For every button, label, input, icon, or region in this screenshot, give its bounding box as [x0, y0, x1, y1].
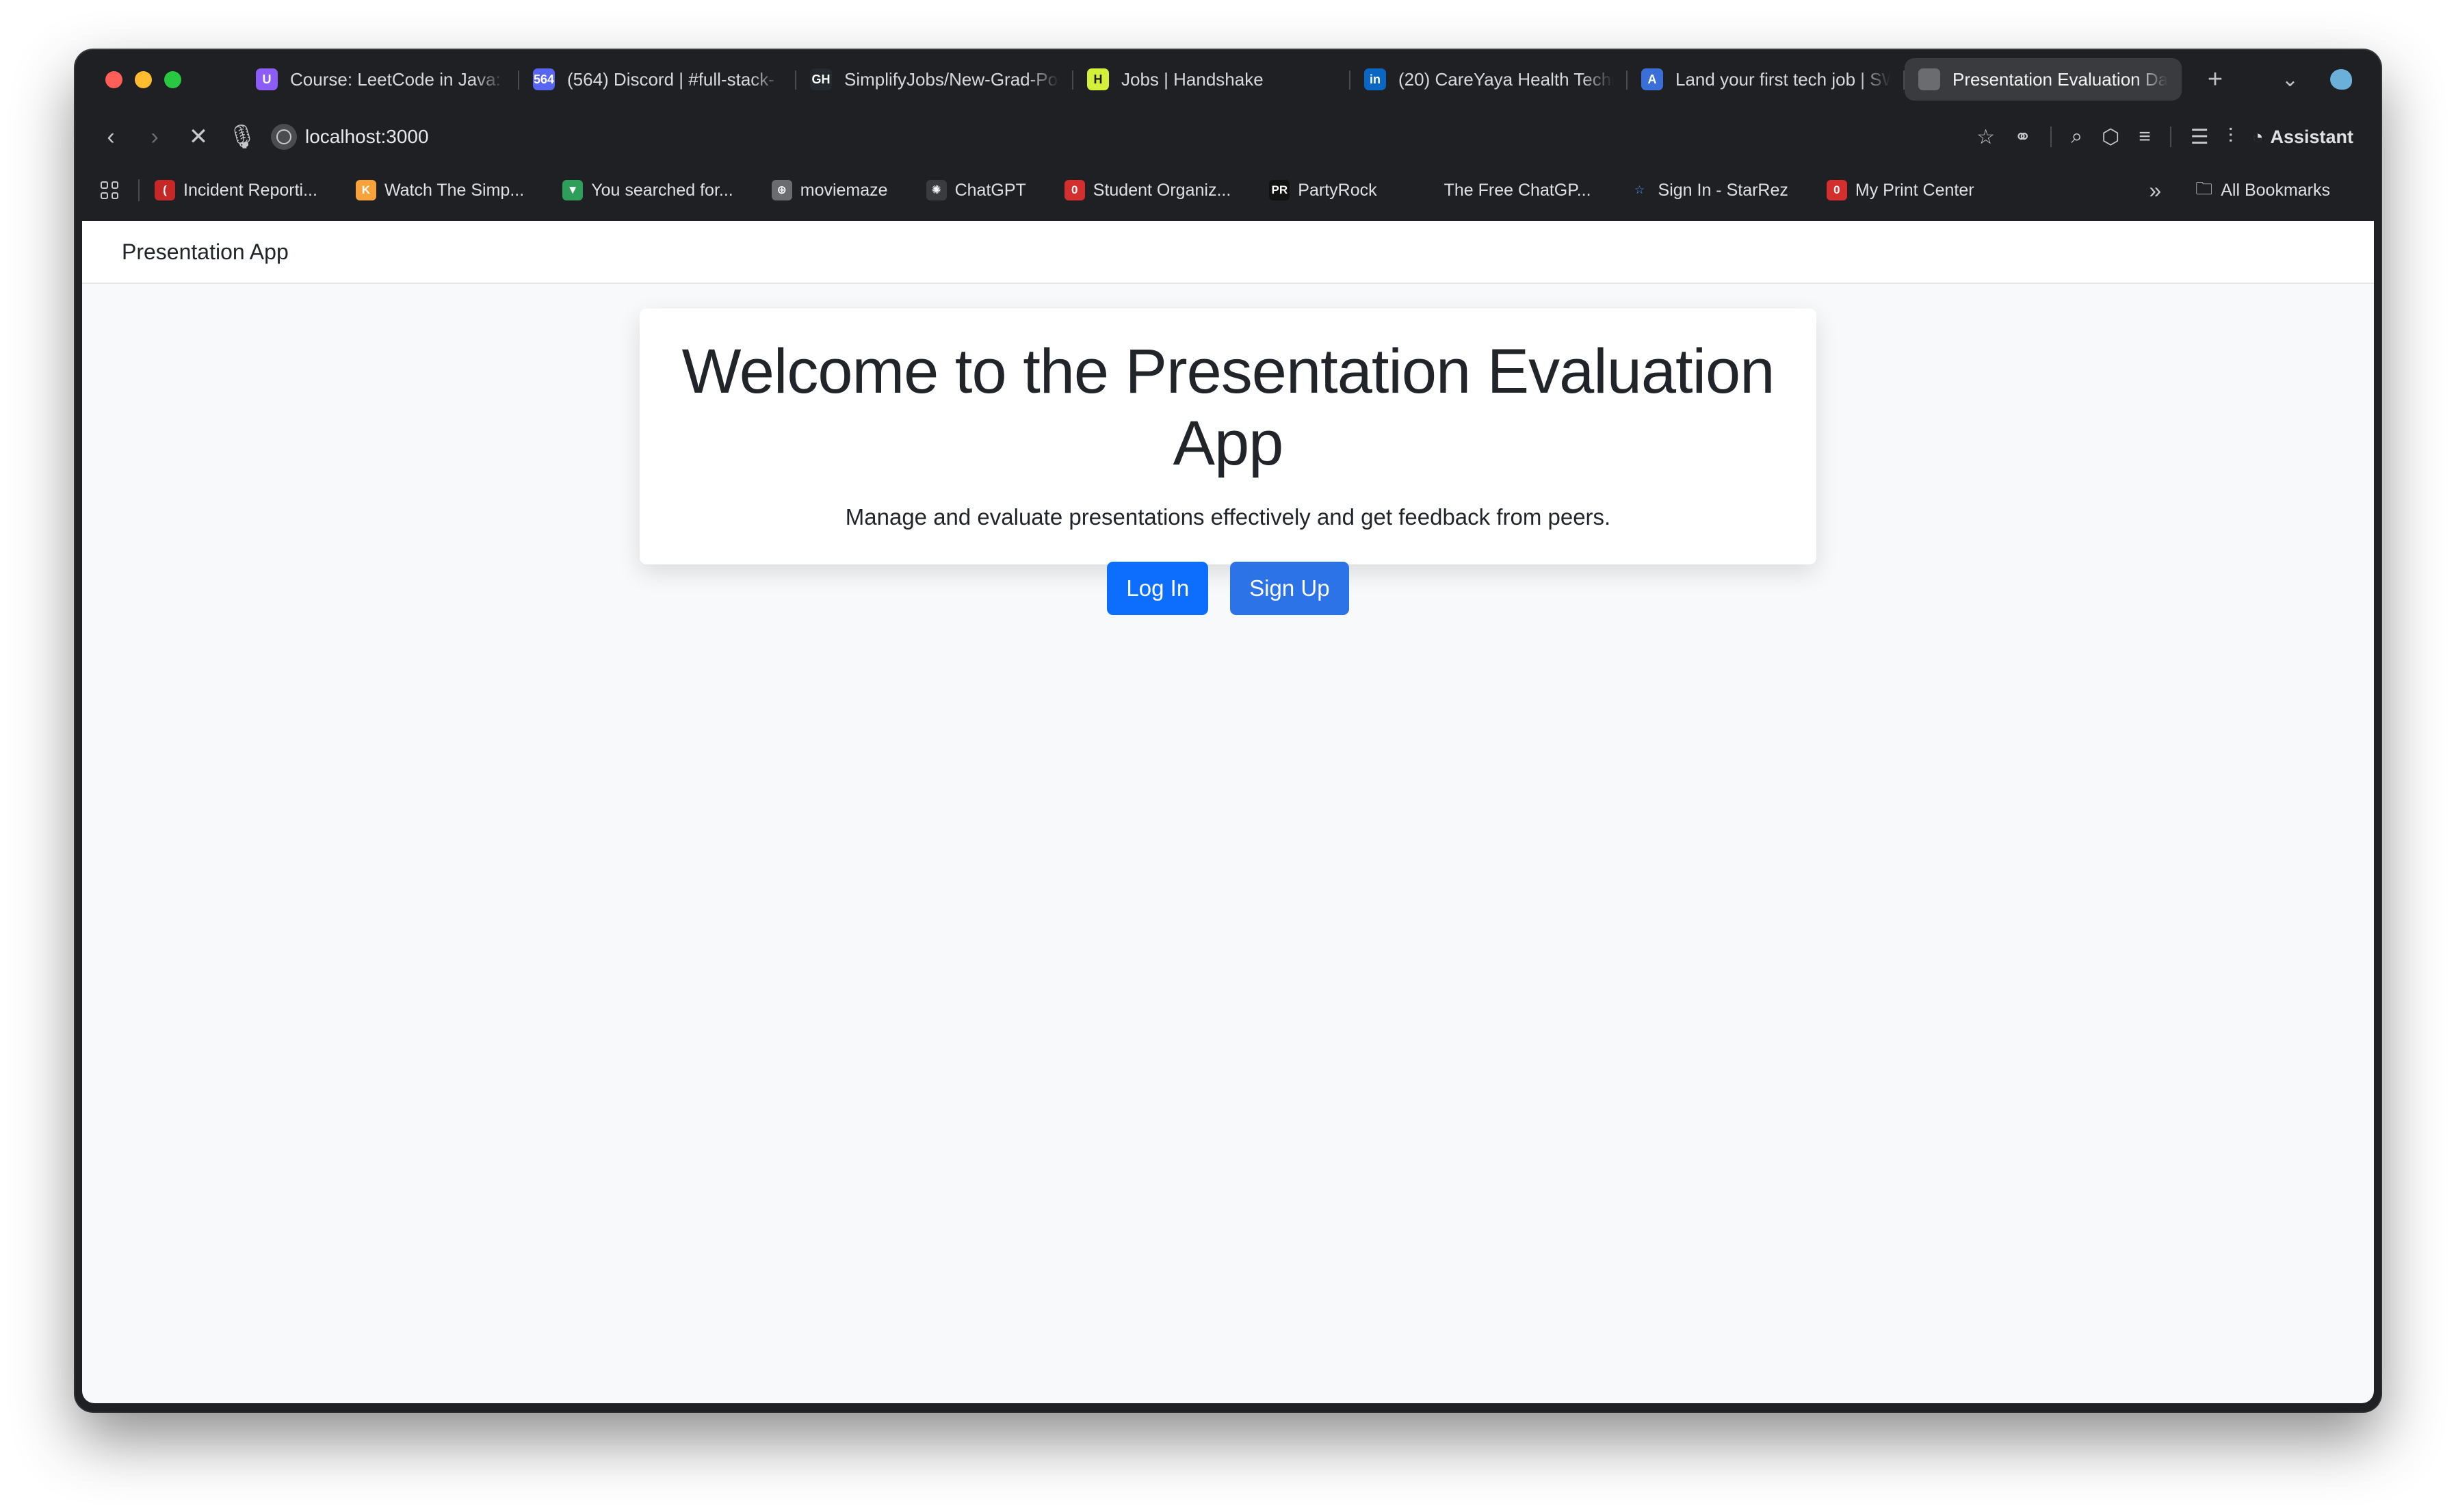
tab-favicon-icon: 564 [533, 68, 555, 90]
welcome-card: Welcome to the Presentation Evaluation A… [640, 309, 1816, 615]
bookmark-label: ChatGPT [954, 180, 1026, 200]
url-text[interactable]: localhost:3000 [305, 126, 429, 148]
tab-search-chevron-icon[interactable]: ⌄ [2282, 68, 2299, 92]
toolbar-divider [2169, 127, 2171, 147]
browser-window: U Course: LeetCode in Java: A 564 (564) Dis… [75, 50, 2381, 1411]
page-subtitle: Manage and evaluate presentations effect… [845, 504, 1611, 530]
browser-tab[interactable]: GH SimplifyJobs/New-Grad-Pos [796, 58, 1073, 101]
browser-tab[interactable]: in (20) CareYaya Health Techn [1350, 58, 1628, 101]
bookmark-item[interactable]: ✺ ChatGPT [926, 180, 1026, 200]
bookmark-item[interactable]: ▼ You searched for... [562, 180, 733, 200]
back-button[interactable]: ‹ [89, 124, 133, 151]
bookmark-favicon-icon: ▼ [562, 180, 584, 200]
extensions-icon[interactable]: ⬡ [2102, 125, 2119, 149]
screenshot-icon[interactable]: ⌕ [2071, 125, 2082, 148]
bookmark-label: The Free ChatGP... [1443, 180, 1591, 200]
all-bookmarks-folder-icon: 🗀 [2195, 179, 2213, 198]
bookmarks-overflow: » 🗀 All Bookmarks [2149, 165, 2330, 216]
bookmark-item[interactable]: PR PartyRock [1269, 180, 1377, 200]
browser-tab[interactable]: Presentation Evaluation Das [1905, 58, 2182, 101]
tab-title: Jobs | Handshake [1121, 68, 1264, 90]
bookmark-favicon-icon: PR [1269, 180, 1290, 200]
link-icon[interactable]: ⚭ [2014, 125, 2031, 149]
tab-title: SimplifyJobs/New-Grad-Pos [844, 68, 1060, 90]
new-tab-button[interactable]: + [2198, 65, 2232, 94]
profile-icon[interactable] [2330, 69, 2352, 90]
tab-title: Course: LeetCode in Java: A [290, 68, 506, 90]
signup-button[interactable]: Sign Up [1230, 562, 1349, 615]
bookmark-favicon-icon: ☆ [1634, 183, 1645, 196]
bookmark-star-icon[interactable]: ☆ [1976, 125, 1995, 149]
assistant-icon: ◔ [2252, 126, 2264, 147]
bookmark-item[interactable]: ⊕ moviemaze [771, 180, 888, 200]
tab-favicon-icon [1918, 68, 1940, 90]
bookmark-label: Student Organiz... [1093, 180, 1231, 200]
bookmark-favicon-icon: K [355, 180, 376, 200]
tab-title: (564) Discord | #full-stack- [567, 68, 774, 90]
minimize-window-button[interactable] [135, 70, 152, 88]
bookmarks-divider [138, 179, 140, 201]
forward-button[interactable]: › [133, 124, 177, 151]
bookmark-label: My Print Center [1855, 180, 1974, 200]
toolbar-divider [2050, 127, 2052, 147]
apps-grid-icon[interactable] [99, 179, 120, 201]
bookmark-label: You searched for... [591, 180, 733, 200]
tab-favicon-icon: in [1364, 68, 1386, 90]
microphone-icon[interactable]: 🎙︎ [220, 123, 264, 151]
all-bookmarks-label[interactable]: All Bookmarks [2221, 181, 2330, 200]
bookmark-item[interactable]: The Free ChatGP... [1415, 180, 1591, 200]
toolbar: ‹ › ✕ 🎙︎ localhost:3000 ☆ ⚭ ⌕ ⬡ ≡ ☰ ⫶ ◔ … [75, 109, 2381, 165]
tab-favicon-icon: A [1641, 68, 1663, 90]
audio-icon[interactable]: ⫶ [2228, 125, 2234, 148]
bookmark-favicon-icon: ✺ [926, 180, 947, 200]
bookmark-favicon-icon [1415, 180, 1436, 200]
bookmarks-bar: ( Incident Reporti... K Watch The Simp... ▼ Y… [75, 165, 2381, 216]
assistant-label: Assistant [2270, 126, 2353, 147]
tab-favicon-icon: U [256, 68, 278, 90]
close-window-button[interactable] [105, 70, 122, 88]
window-controls [105, 70, 242, 88]
bookmark-list: ( Incident Reporti... K Watch The Simp... ▼ Y… [155, 180, 2013, 200]
tab-favicon-icon: GH [810, 68, 832, 90]
app-navbar: Presentation App [82, 221, 2374, 284]
bookmark-favicon-icon: ( [155, 180, 175, 200]
auth-actions: Log In Sign Up [640, 562, 1816, 615]
tab-list: U Course: LeetCode in Java: A 564 (564) Dis… [242, 50, 2182, 109]
bookmark-item[interactable]: 0 Student Organiz... [1064, 180, 1231, 200]
page-title: Welcome to the Presentation Evaluation A… [681, 337, 1775, 478]
site-info-icon[interactable] [271, 124, 297, 150]
tab-strip: U Course: LeetCode in Java: A 564 (564) Dis… [75, 50, 2381, 109]
bookmark-label: Sign In - StarRez [1658, 180, 1788, 200]
bookmark-label: Watch The Simp... [384, 180, 525, 200]
reading-list-icon[interactable]: ≡ [2139, 125, 2151, 148]
bookmark-favicon-icon: 0 [1064, 180, 1085, 200]
tab-favicon-icon: H [1087, 68, 1109, 90]
more-bookmarks-chevron-icon[interactable]: » [2149, 178, 2161, 203]
bookmark-label: Incident Reporti... [183, 180, 317, 200]
stop-loading-button[interactable]: ✕ [177, 123, 220, 151]
bookmark-favicon-icon: 0 [1826, 180, 1847, 200]
bookmark-item[interactable]: ☆ Sign In - StarRez [1630, 180, 1788, 200]
toolbar-actions: ☆ ⚭ ⌕ ⬡ ≡ ☰ ⫶ ◔ Assistant [1976, 109, 2353, 165]
app-brand-link[interactable]: Presentation App [122, 239, 289, 265]
tab-title: (20) CareYaya Health Techn [1398, 68, 1614, 90]
browser-tab[interactable]: A Land your first tech job | SW [1628, 58, 1905, 101]
page-viewport: Presentation App Welcome to the Presenta… [82, 221, 2374, 1403]
bookmark-item[interactable]: K Watch The Simp... [355, 180, 525, 200]
address-bar[interactable]: localhost:3000 [271, 118, 429, 156]
tab-title: Presentation Evaluation Das [1952, 68, 2168, 90]
bookmark-favicon-icon: ⊕ [771, 180, 792, 200]
browser-tab[interactable]: H Jobs | Handshake [1073, 58, 1350, 101]
bookmark-label: moviemaze [800, 180, 888, 200]
login-button[interactable]: Log In [1107, 562, 1209, 615]
maximize-window-button[interactable] [164, 70, 181, 88]
bookmark-label: PartyRock [1298, 180, 1377, 200]
bookmark-item[interactable]: ( Incident Reporti... [155, 180, 317, 200]
menu-icon[interactable]: ☰ [2191, 125, 2209, 149]
browser-tab[interactable]: U Course: LeetCode in Java: A [242, 58, 519, 101]
browser-tab[interactable]: 564 (564) Discord | #full-stack- [519, 58, 796, 101]
bookmark-item[interactable]: 0 My Print Center [1826, 180, 1974, 200]
tab-title: Land your first tech job | SW [1675, 68, 1891, 90]
assistant-button[interactable]: ◔ Assistant [2252, 127, 2353, 148]
